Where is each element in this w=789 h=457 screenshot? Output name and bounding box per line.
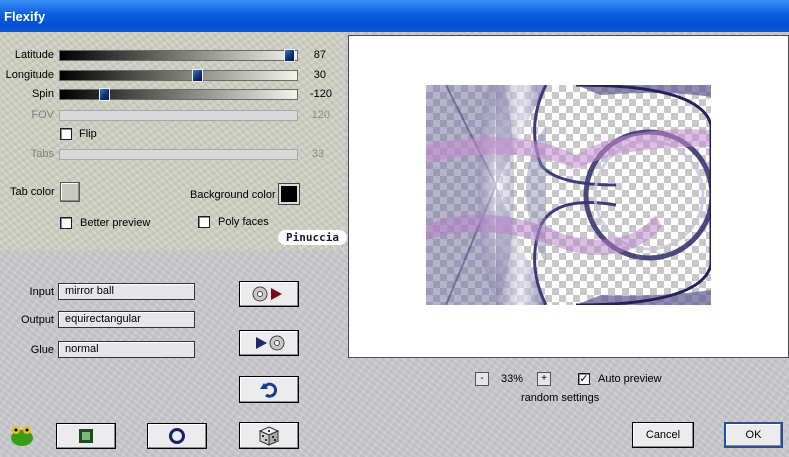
app-logo[interactable] (9, 424, 35, 448)
parameters-panel: Latitude 87 Longitude 30 Spin -120 FOV 1… (0, 32, 347, 250)
load-preset-button[interactable] (239, 281, 299, 307)
undo-arrow-icon (260, 382, 278, 398)
dice-icon (259, 425, 279, 446)
fov-slider (59, 110, 298, 121)
spin-slider-thumb[interactable] (99, 88, 110, 101)
tab-color-swatch[interactable] (60, 182, 80, 202)
tabs-label: Tabs (30, 148, 54, 160)
flexified-render (426, 85, 711, 305)
circle-shape-button[interactable] (147, 423, 207, 449)
glue-label: Glue (30, 344, 54, 356)
window-title: Flexify (4, 8, 46, 24)
preview-image (426, 85, 711, 305)
frog-logo-icon (11, 426, 33, 446)
fov-value: 120 (311, 109, 330, 121)
save-preset-button[interactable] (239, 330, 299, 356)
spin-slider[interactable] (59, 88, 298, 101)
better-preview-checkbox[interactable] (60, 217, 72, 229)
title-bar: Flexify (0, 0, 789, 32)
preview-canvas[interactable] (348, 35, 789, 358)
ring-icon (169, 428, 185, 444)
watermark-badge: Pinuccia (278, 230, 347, 245)
reset-button[interactable] (239, 376, 299, 403)
flip-checkbox[interactable] (60, 128, 72, 140)
cancel-button[interactable]: Cancel (632, 422, 694, 448)
square-icon (79, 429, 93, 443)
input-label: Input (29, 286, 54, 298)
output-field[interactable]: equirectangular (58, 311, 195, 328)
spin-value: -120 (309, 88, 332, 100)
output-label: Output (20, 314, 54, 326)
glue-field[interactable]: normal (58, 341, 195, 358)
random-dice-button[interactable] (239, 422, 299, 449)
poly-faces-checkbox[interactable] (198, 216, 210, 228)
dialog-client: Latitude 87 Longitude 30 Spin -120 FOV 1… (0, 32, 789, 457)
square-shape-button[interactable] (56, 423, 116, 449)
zoom-in-button[interactable]: + (537, 372, 551, 386)
tab-color-label: Tab color (10, 186, 55, 198)
zoom-level: 33% (501, 373, 524, 385)
flip-label: Flip (79, 128, 97, 140)
auto-preview-label: Auto preview (598, 373, 662, 385)
longitude-value: 30 (313, 69, 326, 81)
zoom-out-button[interactable]: - (475, 372, 489, 386)
latitude-label: Latitude (14, 49, 54, 61)
poly-faces-label: Poly faces (218, 216, 269, 228)
longitude-slider-thumb[interactable] (192, 69, 203, 82)
background-color-label: Background color (190, 189, 276, 201)
tabs-value: 33 (311, 148, 324, 160)
longitude-label: Longitude (5, 69, 54, 81)
longitude-slider[interactable] (59, 69, 298, 82)
tabs-slider (59, 149, 298, 160)
auto-preview-checkbox[interactable]: ✓ (578, 373, 590, 385)
random-settings-link[interactable]: random settings (521, 392, 599, 404)
background-color-swatch[interactable] (278, 183, 300, 205)
fov-label: FOV (31, 109, 54, 121)
input-field[interactable]: mirror ball (58, 283, 195, 300)
better-preview-label: Better preview (80, 217, 151, 229)
latitude-slider[interactable] (59, 49, 298, 62)
latitude-value: 87 (313, 49, 326, 61)
spin-label: Spin (31, 88, 54, 100)
disc-arrow-icon (252, 286, 282, 302)
ok-button[interactable]: OK (724, 422, 783, 448)
arrow-disc-icon (256, 335, 285, 351)
